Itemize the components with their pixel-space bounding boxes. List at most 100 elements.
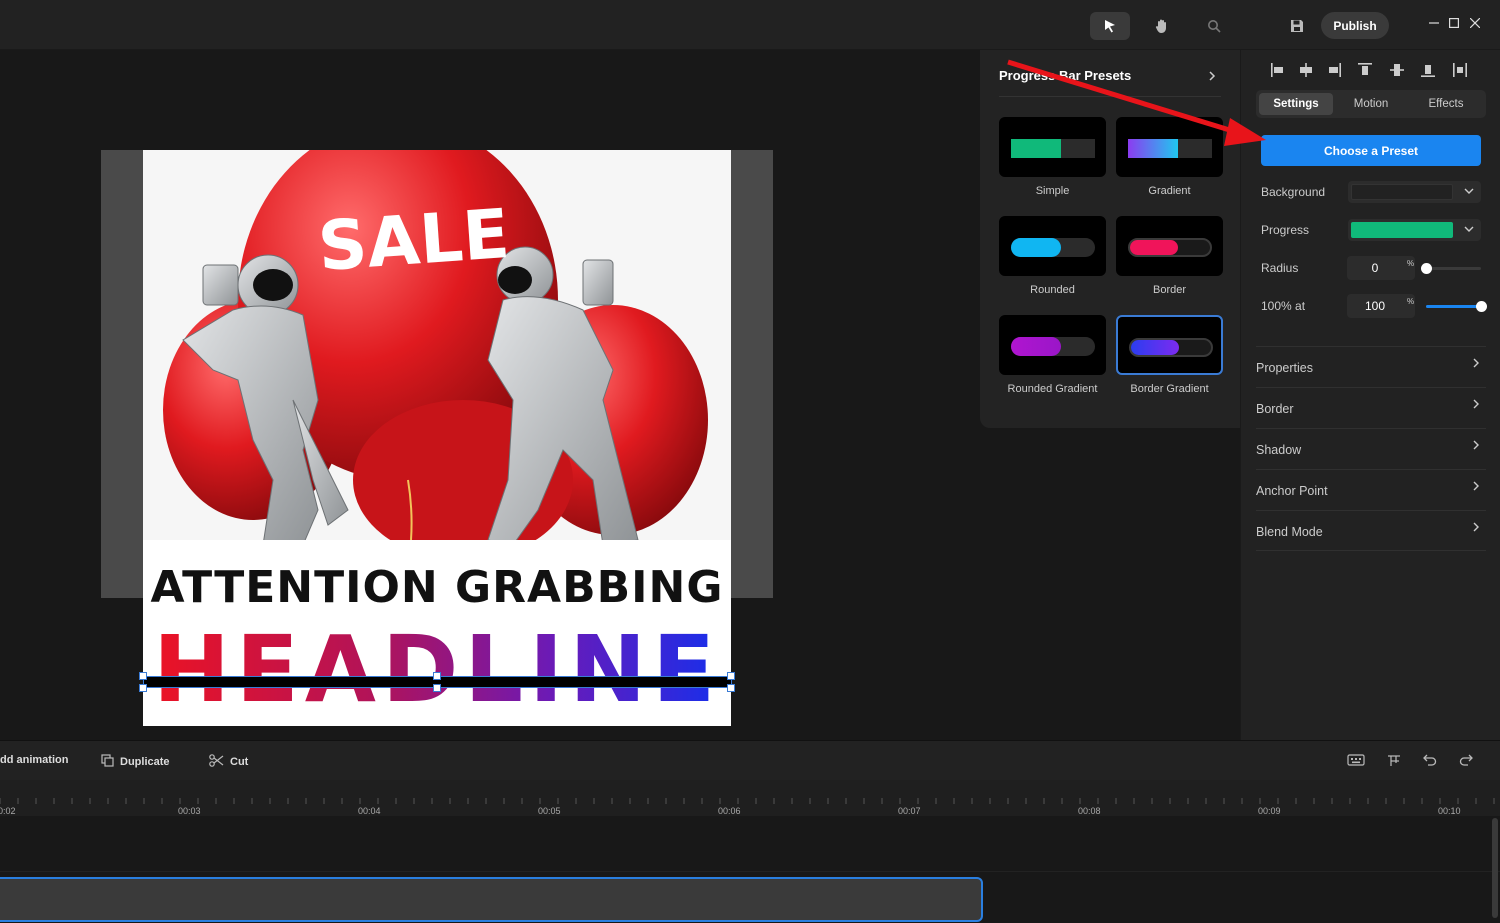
add-animation-button[interactable]: dd animation	[0, 754, 68, 766]
align-top-icon[interactable]	[1357, 62, 1373, 78]
resize-handle[interactable]	[433, 672, 441, 680]
ruler-tick-label: 0:02	[0, 806, 16, 816]
minimize-icon[interactable]	[1425, 14, 1443, 32]
cut-button[interactable]: Cut	[209, 754, 248, 770]
ruler-tick-label: 00:05	[538, 806, 561, 816]
timeline-ruler[interactable]: 0:02 00:03 00:04 00:05 00:06 00:07 00:08 00:09 0…	[0, 780, 1500, 816]
align-center-horizontal-icon[interactable]	[1298, 62, 1314, 78]
scissors-icon	[209, 754, 224, 770]
choose-preset-button[interactable]: Choose a Preset	[1261, 135, 1481, 166]
publish-button[interactable]: Publish	[1321, 12, 1389, 39]
chevron-right-icon[interactable]	[1208, 68, 1216, 84]
preset-border[interactable]: Border	[1116, 216, 1223, 296]
section-label: Properties	[1256, 361, 1313, 375]
artboard[interactable]: SALE ATTENTION GRABBING HEADLINE	[143, 150, 731, 726]
ruler-tick-label: 00:03	[178, 806, 201, 816]
section-properties[interactable]: Properties	[1256, 346, 1486, 387]
snap-grid-icon[interactable]	[1387, 753, 1405, 769]
preset-bar-fill	[1011, 337, 1062, 356]
ruler-tick-label: 00:09	[1258, 806, 1281, 816]
section-label: Shadow	[1256, 443, 1302, 457]
preset-bar-track	[1011, 337, 1095, 356]
align-left-icon[interactable]	[1270, 62, 1286, 78]
timeline-track[interactable]	[0, 816, 1500, 872]
preset-label: Gradient	[1148, 185, 1191, 197]
resize-handle[interactable]	[139, 672, 147, 680]
headline-line-1[interactable]: ATTENTION GRABBING	[143, 562, 731, 613]
timeline[interactable]: 0:02 00:03 00:04 00:05 00:06 00:07 00:08 00:09 0…	[0, 780, 1500, 923]
preset-thumbnail[interactable]	[999, 117, 1106, 177]
section-label: Border	[1256, 402, 1294, 416]
radius-input[interactable]: 0 %	[1347, 256, 1415, 280]
undo-icon[interactable]	[1423, 753, 1441, 769]
hundred-percent-slider-knob[interactable]	[1476, 301, 1487, 312]
background-color-picker[interactable]	[1348, 181, 1481, 203]
close-icon[interactable]	[1466, 14, 1484, 32]
preset-thumbnail[interactable]	[1116, 117, 1223, 177]
sale-balloons-astronauts-image[interactable]: SALE	[143, 150, 731, 540]
resize-handle[interactable]	[727, 672, 735, 680]
maximize-icon[interactable]	[1445, 14, 1463, 32]
tab-motion[interactable]: Motion	[1336, 93, 1406, 115]
preset-label: Simple	[1035, 185, 1070, 197]
preset-rounded-gradient[interactable]: Rounded Gradient	[999, 315, 1106, 395]
section-shadow[interactable]: Shadow	[1256, 428, 1486, 469]
preset-bar-fill	[1131, 340, 1179, 355]
section-border[interactable]: Border	[1256, 387, 1486, 428]
progress-label: Progress	[1261, 223, 1310, 237]
preset-thumbnail[interactable]	[999, 216, 1106, 276]
preset-bar-track	[1011, 238, 1095, 257]
section-blend-mode[interactable]: Blend Mode	[1256, 510, 1486, 551]
resize-handle[interactable]	[727, 684, 735, 692]
headline-line-2[interactable]: HEADLINE	[143, 616, 731, 723]
keyboard-icon[interactable]	[1347, 753, 1365, 769]
timeline-clip-selected[interactable]	[0, 877, 983, 922]
preset-gradient[interactable]: Gradient	[1116, 117, 1223, 197]
preset-thumbnail[interactable]	[1116, 315, 1223, 375]
redo-icon[interactable]	[1459, 753, 1477, 769]
ruler-tick-label: 00:06	[718, 806, 741, 816]
chevron-right-icon	[1472, 520, 1480, 535]
duplicate-button[interactable]: Duplicate	[101, 754, 170, 770]
progress-bar-presets-panel: Progress Bar Presets Simple Gradient Round…	[980, 50, 1240, 428]
radius-label: Radius	[1261, 261, 1299, 275]
preset-bar-fill	[1130, 240, 1178, 255]
resize-handle[interactable]	[433, 684, 441, 692]
hundred-percent-at-label: 100% at	[1261, 299, 1306, 313]
chevron-down-icon	[1464, 184, 1474, 201]
align-center-vertical-icon[interactable]	[1389, 62, 1405, 78]
preset-bar-track	[1011, 139, 1095, 158]
radius-unit: %	[1407, 259, 1415, 268]
progress-swatch	[1351, 222, 1453, 238]
add-animation-label: dd animation	[0, 754, 69, 766]
tab-settings[interactable]: Settings	[1259, 93, 1333, 115]
inspector-panel: Settings Motion Effects Choose a Preset …	[1240, 50, 1500, 740]
section-anchor-point[interactable]: Anchor Point	[1256, 469, 1486, 510]
preset-bar-track	[1129, 338, 1213, 357]
tab-effects[interactable]: Effects	[1409, 93, 1483, 115]
zoom-search-icon[interactable]	[1194, 12, 1234, 40]
preset-label: Rounded Gradient	[1007, 383, 1098, 395]
hundred-percent-at-input[interactable]: 100 %	[1347, 294, 1415, 318]
section-label: Blend Mode	[1256, 525, 1323, 539]
hand-pan-icon[interactable]	[1142, 12, 1182, 40]
resize-handle[interactable]	[139, 684, 147, 692]
preset-thumbnail[interactable]	[1116, 216, 1223, 276]
top-toolbar: Publish	[0, 0, 1500, 50]
progress-color-picker[interactable]	[1348, 219, 1481, 241]
radius-slider[interactable]	[1421, 263, 1481, 274]
preset-thumbnail[interactable]	[999, 315, 1106, 375]
align-bottom-icon[interactable]	[1420, 62, 1436, 78]
chevron-right-icon	[1472, 438, 1480, 453]
preset-label: Rounded	[1030, 284, 1075, 296]
hundred-percent-slider[interactable]	[1426, 301, 1487, 312]
timeline-scrollbar[interactable]	[1492, 818, 1498, 918]
distribute-horizontal-icon[interactable]	[1452, 62, 1468, 78]
select-pointer-icon[interactable]	[1090, 12, 1130, 40]
align-right-icon[interactable]	[1326, 62, 1342, 78]
radius-slider-knob[interactable]	[1421, 263, 1432, 274]
save-icon[interactable]	[1277, 12, 1317, 40]
preset-rounded[interactable]: Rounded	[999, 216, 1106, 296]
preset-border-gradient[interactable]: Border Gradient	[1116, 315, 1223, 395]
preset-simple[interactable]: Simple	[999, 117, 1106, 197]
